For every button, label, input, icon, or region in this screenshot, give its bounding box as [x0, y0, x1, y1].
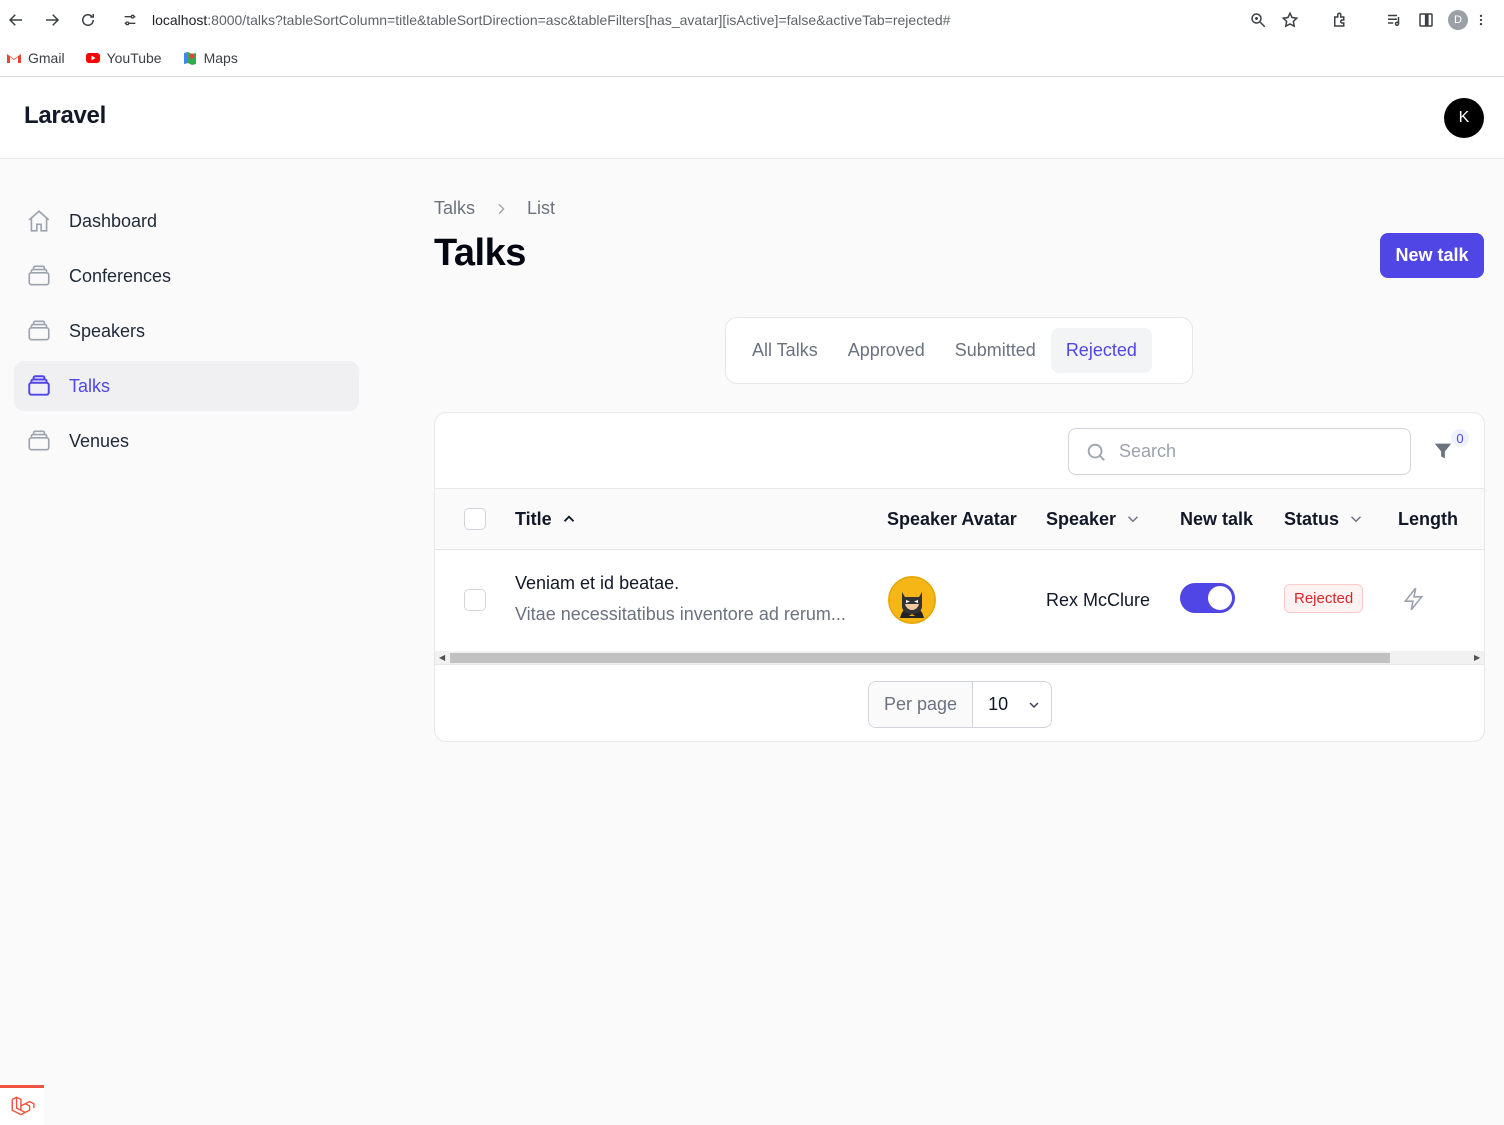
bookmark-star-icon[interactable]	[1274, 4, 1306, 36]
toggle-knob	[1208, 586, 1232, 610]
media-icon[interactable]	[1378, 4, 1410, 36]
arrow-right-icon	[46, 14, 60, 26]
sidebar-item-label: Venues	[69, 430, 130, 451]
search-icon	[1085, 441, 1107, 463]
scrollbar-thumb[interactable]	[450, 653, 1390, 663]
new-talk-cell	[1180, 583, 1235, 613]
chevron-down-icon	[1026, 697, 1042, 713]
gmail-icon	[6, 50, 22, 66]
home-icon	[25, 207, 53, 235]
per-page-value: 10	[988, 694, 1009, 714]
profile-avatar: D	[1448, 10, 1468, 30]
back-button[interactable]	[0, 4, 32, 36]
speaker-avatar-cell	[888, 576, 936, 624]
collection-icon	[25, 427, 53, 455]
reload-icon	[82, 14, 94, 26]
sidebar-item-label: Speakers	[69, 320, 146, 341]
chevron-up-icon	[560, 510, 578, 528]
profile-button[interactable]: D	[1442, 4, 1474, 36]
site-settings-icon[interactable]	[120, 10, 140, 30]
speaker-avatar-image	[888, 576, 936, 624]
breadcrumb-list: List	[527, 198, 556, 218]
column-speaker-header[interactable]: Speaker	[1046, 489, 1142, 549]
collection-icon	[25, 317, 53, 345]
select-all-cell	[464, 489, 486, 549]
talk-abstract: Vitae necessitatibus inventore ad rerum.…	[515, 604, 846, 624]
collection-icon	[25, 262, 53, 290]
sidebar-item-speakers[interactable]: Speakers	[14, 306, 359, 356]
column-status-header[interactable]: Status	[1284, 489, 1365, 549]
app-header: Laravel K	[0, 78, 1504, 159]
sidebar-item-label: Talks	[69, 375, 111, 396]
select-all-checkbox[interactable]	[464, 508, 486, 530]
youtube-icon	[85, 50, 101, 66]
sidebar: Dashboard Conferences Speakers Talks Ven…	[14, 196, 359, 471]
tabs: All Talks Approved Submitted Rejected	[725, 317, 1193, 384]
search-field[interactable]	[1068, 428, 1411, 475]
page-title: Talks	[434, 232, 526, 274]
chevron-down-icon	[1124, 510, 1142, 528]
sidebar-item-label: Dashboard	[69, 210, 158, 231]
funnel-icon	[1434, 443, 1452, 459]
new-talk-toggle[interactable]	[1180, 583, 1235, 613]
user-avatar[interactable]: K	[1444, 98, 1484, 138]
address-bar[interactable]: localhost:8000/talks?tableSortColumn=tit…	[112, 4, 1312, 36]
breadcrumb-talks[interactable]: Talks	[434, 198, 475, 219]
sidebar-item-talks[interactable]: Talks	[14, 361, 359, 411]
maps-icon	[182, 50, 198, 66]
side-panel-icon[interactable]	[1410, 4, 1442, 36]
title-cell[interactable]: Veniam et id beatae. Vitae necessitatibu…	[515, 573, 846, 625]
status-badge: Rejected	[1284, 584, 1364, 613]
scroll-left-arrow-icon[interactable]: ◀	[439, 654, 447, 662]
search-input[interactable]	[1119, 441, 1379, 462]
length-cell	[1401, 584, 1427, 614]
bookmark-maps[interactable]: Maps	[182, 50, 238, 66]
column-length-header: Length	[1398, 508, 1458, 529]
sidebar-item-conferences[interactable]: Conferences	[14, 251, 359, 301]
table-header: Title Speaker Avatar Speaker New talk St…	[435, 488, 1484, 550]
url-text: localhost:8000/talks?tableSortColumn=tit…	[152, 12, 951, 28]
bookmarks-bar: Gmail YouTube Maps	[0, 40, 1504, 77]
column-title-header[interactable]: Title	[515, 489, 578, 549]
horizontal-scrollbar[interactable]: ◀ ▶	[435, 651, 1484, 665]
zoom-icon[interactable]	[1242, 4, 1274, 36]
reload-button[interactable]	[72, 4, 104, 36]
per-page-label: Per page	[869, 682, 974, 727]
brand-logo[interactable]: Laravel	[24, 102, 106, 130]
new-talk-button[interactable]: New talk	[1380, 233, 1484, 278]
row-select-cell	[464, 589, 486, 611]
breadcrumb: Talks List	[434, 198, 555, 219]
extensions-icon[interactable]	[1324, 4, 1356, 36]
collection-icon	[25, 372, 53, 400]
row-checkbox[interactable]	[464, 589, 486, 611]
column-speaker-avatar-header: Speaker Avatar	[887, 508, 1017, 529]
bookmark-gmail[interactable]: Gmail	[6, 50, 65, 66]
per-page-select[interactable]: Per page 10	[868, 681, 1052, 728]
tab-approved[interactable]: Approved	[833, 328, 940, 373]
scroll-right-arrow-icon[interactable]: ▶	[1474, 654, 1482, 662]
tab-rejected[interactable]: Rejected	[1050, 328, 1152, 373]
speaker-name: Rex McClure	[1046, 590, 1151, 610]
arrow-left-icon	[8, 14, 22, 26]
filter-count-badge: 0	[1451, 429, 1469, 447]
sidebar-item-label: Conferences	[69, 265, 172, 286]
tab-submitted[interactable]: Submitted	[940, 328, 1051, 373]
sidebar-item-dashboard[interactable]: Dashboard	[14, 196, 359, 246]
sidebar-item-venues[interactable]: Venues	[14, 416, 359, 466]
talks-table: 0 Title Speaker Avatar Speaker New talk …	[434, 412, 1485, 742]
column-new-talk-header: New talk	[1180, 508, 1254, 529]
speaker-cell: Rex McClure	[1046, 590, 1150, 611]
browser-menu-icon[interactable]	[1474, 4, 1488, 36]
bookmark-youtube[interactable]: YouTube	[85, 50, 162, 66]
forward-button[interactable]	[36, 4, 68, 36]
table-row[interactable]: Veniam et id beatae. Vitae necessitatibu…	[435, 550, 1484, 650]
laravel-debugbar-icon[interactable]	[0, 1085, 44, 1125]
tab-all-talks[interactable]: All Talks	[737, 328, 833, 373]
status-cell: Rejected	[1284, 584, 1364, 613]
lightning-icon	[1401, 584, 1427, 614]
chevron-down-icon	[1347, 510, 1365, 528]
talk-title: Veniam et id beatae.	[515, 573, 680, 593]
chevron-right-icon	[493, 201, 509, 217]
browser-toolbar: localhost:8000/talks?tableSortColumn=tit…	[0, 0, 1504, 40]
